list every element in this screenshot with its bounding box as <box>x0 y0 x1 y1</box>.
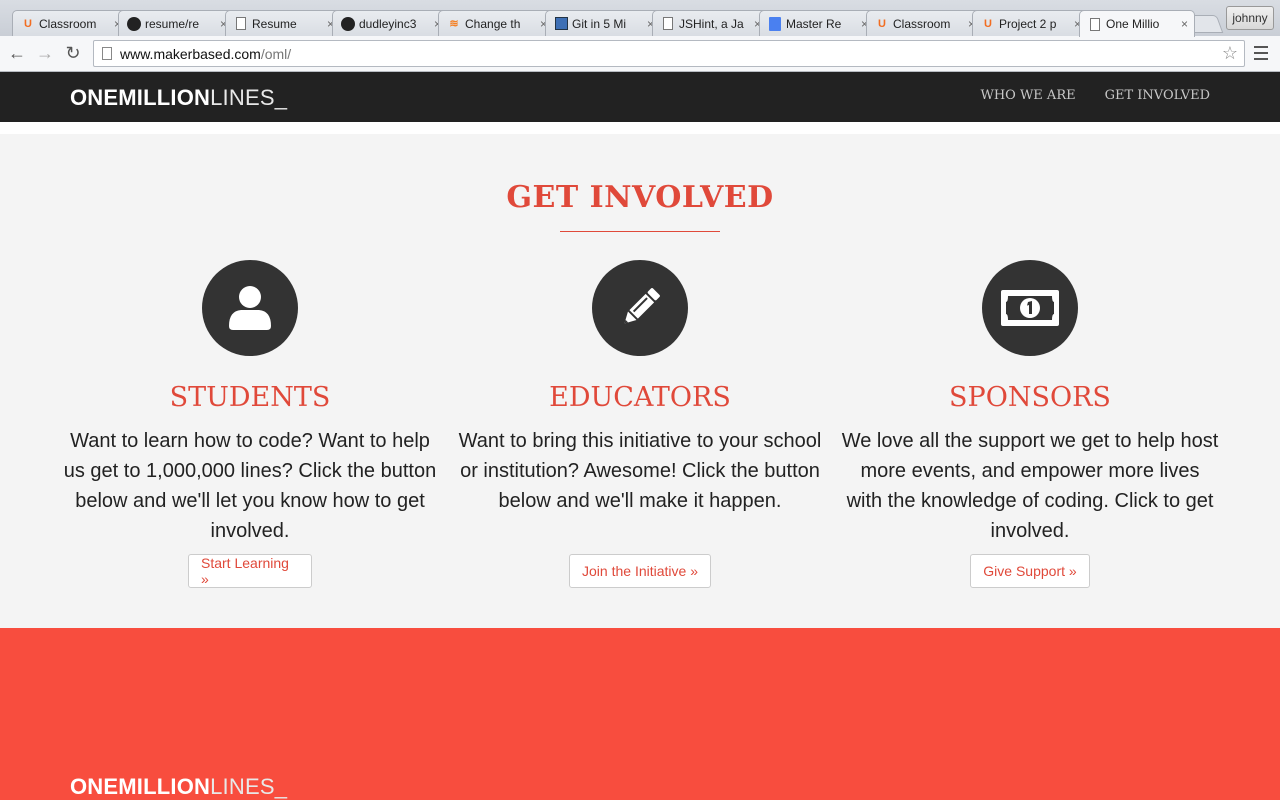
nav-links: WHO WE ARE GET INVOLVED <box>980 88 1210 103</box>
page-icon <box>102 47 112 60</box>
title-underline <box>560 231 720 232</box>
nav-divider <box>0 122 1280 134</box>
tab-title: Classroom <box>893 16 951 31</box>
back-arrow-icon[interactable]: ← <box>6 42 28 64</box>
tab-close-icon[interactable]: × <box>1181 17 1188 31</box>
section-title: GET INVOLVED <box>506 180 774 215</box>
site-logo[interactable]: ONEMILLIONLINES_ <box>70 85 287 111</box>
page-icon <box>661 17 675 31</box>
tab-title: Git in 5 Mi <box>572 16 627 31</box>
logo-bold: ONEMILLION <box>70 85 211 110</box>
address-bar[interactable]: www.makerbased.com/oml/ ☆ <box>93 40 1245 67</box>
pencil-icon <box>592 260 688 356</box>
nav-link-get-involved[interactable]: GET INVOLVED <box>1105 88 1210 103</box>
page-icon <box>234 17 248 31</box>
educators-text: Want to bring this initiative to your sc… <box>458 430 822 512</box>
git-icon <box>554 17 568 31</box>
sponsors-heading: SPONSORS <box>949 382 1111 413</box>
user-icon <box>202 260 298 356</box>
footer: ONEMILLIONLINES_ <box>0 628 1280 800</box>
udacity-icon: U <box>878 17 886 30</box>
browser-tab[interactable]: U Project 2 p × <box>972 10 1088 36</box>
logo-bold: ONEMILLION <box>70 774 211 799</box>
forward-arrow-icon[interactable]: → <box>34 42 56 64</box>
browser-toolbar: ← → ↻ www.makerbased.com/oml/ ☆ <box>0 36 1280 72</box>
browser-tab[interactable]: Resume × <box>225 10 341 36</box>
github-icon <box>127 16 141 31</box>
browser-tab[interactable]: resume/re × <box>118 10 234 36</box>
tab-strip: U Classroom × resume/re × Resume × dudle… <box>0 0 1280 37</box>
tab-title: Resume <box>252 16 297 31</box>
sponsors-text: We love all the support we get to help h… <box>841 430 1219 542</box>
tab-title: One Millio <box>1106 17 1160 31</box>
browser-tab[interactable]: dudleyinc3 × <box>332 10 448 36</box>
browser-tab[interactable]: U Classroom × <box>866 10 982 36</box>
hamburger-menu-icon[interactable] <box>1254 45 1268 61</box>
browser-tab[interactable]: U Classroom × <box>12 10 128 36</box>
start-learning-button[interactable]: Start Learning » <box>188 554 312 588</box>
money-icon <box>982 260 1078 356</box>
github-icon <box>341 16 355 31</box>
browser-tab-active[interactable]: One Millio × <box>1079 10 1195 37</box>
tab-title: Classroom <box>39 16 97 31</box>
nav-link-who-we-are[interactable]: WHO WE ARE <box>980 88 1075 103</box>
google-docs-icon <box>768 16 782 31</box>
students-heading: STUDENTS <box>169 382 331 413</box>
site-navbar: ONEMILLIONLINES_ WHO WE ARE GET INVOLVED <box>0 72 1280 122</box>
browser-tab[interactable]: ≋ Change th × <box>438 10 554 36</box>
reload-icon[interactable]: ↻ <box>62 42 84 64</box>
students-text: Want to learn how to code? Want to help … <box>63 430 437 542</box>
educators-heading: EDUCATORS <box>549 382 731 413</box>
tab-title: dudleyinc3 <box>359 16 417 31</box>
tab-title: resume/re <box>145 16 200 31</box>
tab-title: Change th <box>465 16 521 31</box>
udacity-icon: U <box>24 17 32 30</box>
tab-title: JSHint, a Ja <box>679 16 744 31</box>
browser-tab[interactable]: Git in 5 Mi × <box>545 10 661 36</box>
url-host: www.makerbased.com <box>120 45 261 62</box>
tab-title: Project 2 p <box>999 16 1057 31</box>
get-involved-section: GET INVOLVED STUDENTS Want to learn how … <box>0 134 1280 628</box>
stackoverflow-icon: ≋ <box>449 18 459 30</box>
footer-logo[interactable]: ONEMILLIONLINES_ <box>70 774 287 800</box>
logo-light: LINES_ <box>210 774 288 799</box>
browser-tab[interactable]: Master Re × <box>759 10 875 36</box>
udacity-icon: U <box>984 17 992 30</box>
give-support-button[interactable]: Give Support » <box>970 554 1090 588</box>
page-icon <box>1088 17 1102 31</box>
profile-button[interactable]: johnny <box>1226 6 1274 30</box>
url-path: /oml/ <box>260 45 292 62</box>
bookmark-star-icon[interactable]: ☆ <box>1222 43 1238 64</box>
logo-light: LINES_ <box>210 85 288 110</box>
browser-tab[interactable]: JSHint, a Ja × <box>652 10 768 36</box>
join-initiative-button[interactable]: Join the Initiative » <box>569 554 711 588</box>
tab-title: Master Re <box>786 16 842 31</box>
